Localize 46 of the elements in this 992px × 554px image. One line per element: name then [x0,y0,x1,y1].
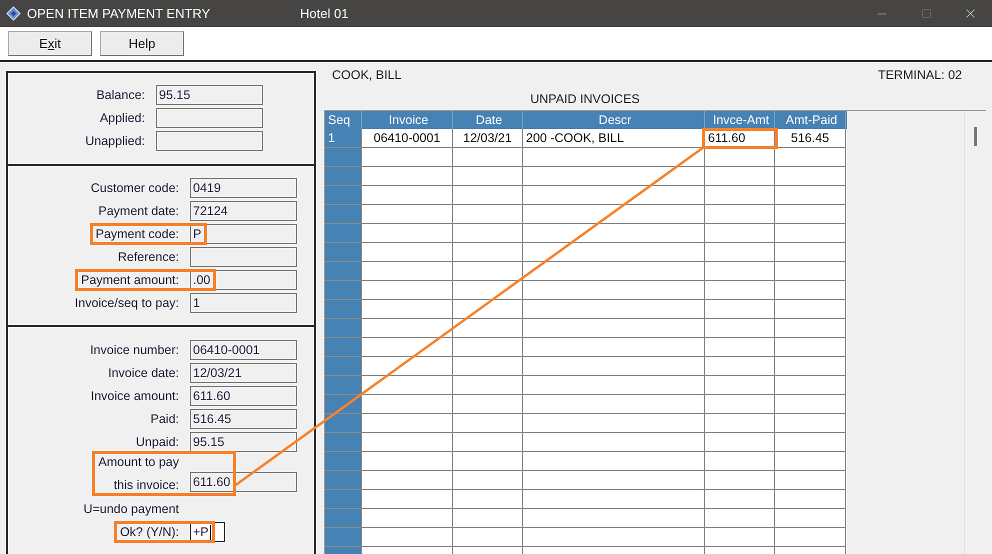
input-field[interactable]: 95.15 [156,85,263,105]
input-field[interactable]: 611.60 [190,472,297,492]
field-label: Invoice number: [90,343,179,357]
window-subtitle: Hotel 01 [300,6,350,21]
scroll-thumb[interactable] [974,127,977,146]
input-field[interactable] [156,108,263,128]
input-field[interactable] [190,247,297,267]
table-cell: 1 [325,129,362,148]
input-field[interactable]: 95.15 [190,432,297,452]
toolbar-button[interactable]: Help [100,31,184,56]
input-field[interactable]: .00 [190,270,297,290]
field-label: Balance: [96,88,145,102]
customer-name: COOK, BILL [332,68,402,82]
input-field[interactable]: 516.45 [190,409,297,429]
input-field[interactable]: 1 [190,293,297,313]
table-cell: 516.45 [775,129,846,148]
field-label: Customer code: [90,181,179,195]
field-label: Payment amount: [81,273,179,287]
app-icon [6,6,21,21]
undo-hint: U=undo payment [83,502,179,516]
field-label: Ok? (Y/N): [120,525,179,539]
field-label: Paid: [150,412,179,426]
field-label: Payment code: [96,227,179,241]
input-field[interactable] [156,131,263,151]
field-label: Payment date: [98,204,179,218]
field-label: Invoice date: [108,366,179,380]
input-field[interactable]: 72124 [190,201,297,221]
table-cell: 06410-0001 [362,129,453,148]
field-label: Invoice/seq to pay: [74,296,179,310]
toolbar-button[interactable]: Exit [8,31,92,56]
input-field[interactable]: 0419 [190,178,297,198]
field-label: Invoice amount: [90,389,179,403]
input-field[interactable]: 611.60 [190,386,297,406]
column-header[interactable]: Invce-Amt [705,111,775,129]
field-label: Unpaid: [136,435,179,449]
table-cell: 12/03/21 [453,129,523,148]
field-label: Reference: [118,250,179,264]
field-label: Applied: [100,111,145,125]
input-field[interactable]: 06410-0001 [190,340,297,360]
window-title: OPEN ITEM PAYMENT ENTRY [27,6,212,21]
input-field[interactable]: 12/03/21 [190,363,297,383]
terminal-label: TERMINAL: 02 [878,68,962,82]
field-label: Amount to pay this invoice: [98,455,179,492]
input-field[interactable]: P [190,224,297,244]
field-label: Unapplied: [85,134,145,148]
grid-title: UNPAID INVOICES [530,92,640,106]
